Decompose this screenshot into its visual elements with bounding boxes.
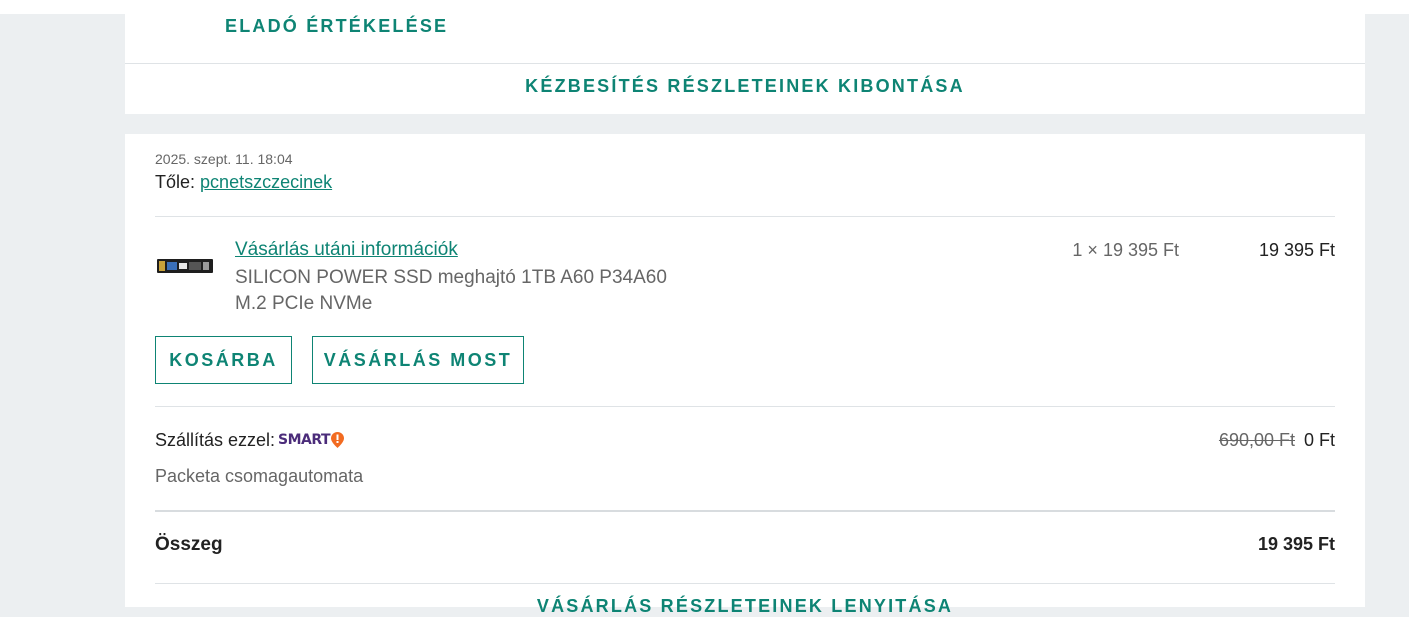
line-total: 19 395 Ft (1258, 240, 1335, 260)
divider (125, 63, 1365, 64)
from-label: Tőle: (155, 172, 196, 192)
smart-pin-icon (331, 432, 345, 448)
seller-name-link[interactable]: pcnetszczecinek (200, 172, 332, 192)
divider (155, 583, 1335, 584)
total-label: Összeg (155, 534, 223, 555)
order-card: 2025. szept. 11. 18:04 Tőle: pcnetszczec… (125, 134, 1365, 616)
divider (155, 510, 1335, 512)
unit-price: 1 × 19 395 Ft (1072, 240, 1179, 260)
shipping-old-price: 690,00 Ft (1218, 430, 1295, 450)
total-value: 19 395 Ft (1257, 534, 1335, 554)
buy-now-button[interactable]: VÁSÁRLÁS MOST (312, 336, 524, 384)
divider (155, 216, 1335, 217)
seller-card: ELADÓ ÉRTÉKELÉSE KÉZBESÍTÉS RÉSZLETEINEK… (125, 0, 1365, 114)
expand-delivery-details-button[interactable]: KÉZBESÍTÉS RÉSZLETEINEK KIBONTÁSA (125, 76, 1365, 97)
order-date: 2025. szept. 11. 18:04 (155, 151, 293, 167)
shipping-price: 0 Ft (1303, 430, 1335, 450)
seller-rating-link[interactable]: ELADÓ ÉRTÉKELÉSE (225, 16, 448, 37)
smart-logo-text: SMART (278, 432, 331, 448)
shipping-label: Szállítás ezzel: (155, 430, 276, 450)
product-title: SILICON POWER SSD meghajtó 1TB A60 P34A6… (235, 267, 667, 314)
shipping-method: Packeta csomagautomata (155, 466, 364, 486)
order-from: Tőle: pcnetszczecinek (155, 172, 332, 193)
post-purchase-info-link[interactable]: Vásárlás utáni információk (235, 239, 458, 261)
ssd-thumbnail-icon[interactable] (157, 258, 213, 274)
add-to-cart-button[interactable]: KOSÁRBA (155, 336, 292, 384)
divider (155, 406, 1335, 407)
smart-logo: SMART (278, 432, 345, 448)
